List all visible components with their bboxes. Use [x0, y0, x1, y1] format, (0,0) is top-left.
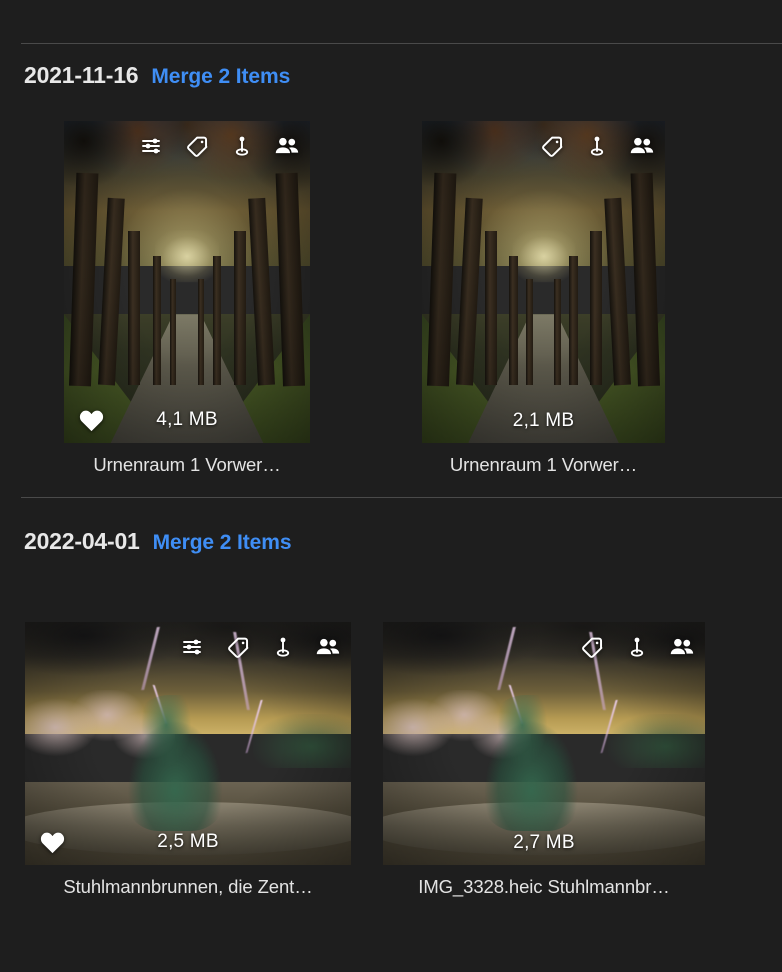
thumbnail-action-icons [180, 634, 341, 660]
section-divider-middle [21, 497, 782, 498]
thumbnail-meta: 4,1 MB [64, 408, 310, 432]
group-header-2022-04-01: 2022-04-01 Merge 2 Items [24, 528, 292, 555]
favorite-heart-icon[interactable] [78, 408, 105, 432]
people-icon[interactable] [669, 634, 695, 660]
photo-image-autumn-avenue [64, 121, 310, 443]
people-icon[interactable] [274, 133, 300, 159]
location-pin-icon[interactable] [624, 634, 650, 660]
photo-thumbnail[interactable]: 2,1 MB [422, 121, 665, 443]
tag-icon[interactable] [184, 133, 210, 159]
people-icon[interactable] [629, 133, 655, 159]
photo-duplicate-list: 2021-11-16 Merge 2 Items 4,1 MB Urnenrau… [0, 0, 782, 972]
photo-card[interactable]: 2,1 MB Urnenraum 1 Vorwer… [422, 121, 665, 476]
sliders-icon[interactable] [180, 634, 206, 660]
file-size-label: 2,7 MB [513, 832, 575, 853]
location-pin-icon[interactable] [270, 634, 296, 660]
photo-card[interactable]: 2,7 MB IMG_3328.heic Stuhlmannbr… [383, 622, 705, 898]
tag-icon[interactable] [579, 634, 605, 660]
thumbnail-action-icons [579, 634, 695, 660]
thumbnail-action-icons [539, 133, 655, 159]
photo-thumbnail[interactable]: 4,1 MB [64, 121, 310, 443]
people-icon[interactable] [315, 634, 341, 660]
photo-thumbnail[interactable]: 2,5 MB [25, 622, 351, 865]
photo-caption: Stuhlmannbrunnen, die Zent… [63, 876, 313, 897]
photo-card[interactable]: 2,5 MB Stuhlmannbrunnen, die Zent… [25, 622, 351, 898]
photo-thumbnail[interactable]: 2,7 MB [383, 622, 705, 865]
file-size-label: 2,5 MB [157, 831, 219, 852]
file-size-label: 4,1 MB [156, 409, 218, 430]
section-divider-top [21, 43, 782, 44]
group-header-2021-11-16: 2021-11-16 Merge 2 Items [24, 62, 290, 89]
favorite-heart-icon[interactable] [39, 830, 66, 854]
group-date-label: 2022-04-01 [24, 528, 140, 554]
tag-icon[interactable] [225, 634, 251, 660]
photo-image-autumn-avenue [422, 121, 665, 443]
thumbnail-meta: 2,7 MB [383, 832, 705, 854]
photo-caption: IMG_3328.heic Stuhlmannbr… [418, 876, 670, 897]
photo-caption: Urnenraum 1 Vorwer… [449, 454, 638, 475]
group-date-label: 2021-11-16 [24, 62, 139, 88]
thumbnail-meta: 2,1 MB [422, 410, 665, 432]
merge-items-link[interactable]: Merge 2 Items [153, 531, 292, 555]
thumbnail-meta: 2,5 MB [25, 830, 351, 854]
location-pin-icon[interactable] [229, 133, 255, 159]
photo-card[interactable]: 4,1 MB Urnenraum 1 Vorwer… [64, 121, 310, 476]
location-pin-icon[interactable] [584, 133, 610, 159]
thumbnail-action-icons [139, 133, 300, 159]
photo-caption: Urnenraum 1 Vorwer… [93, 454, 281, 475]
tag-icon[interactable] [539, 133, 565, 159]
merge-items-link[interactable]: Merge 2 Items [151, 65, 290, 89]
file-size-label: 2,1 MB [512, 410, 575, 431]
sliders-icon[interactable] [139, 133, 165, 159]
